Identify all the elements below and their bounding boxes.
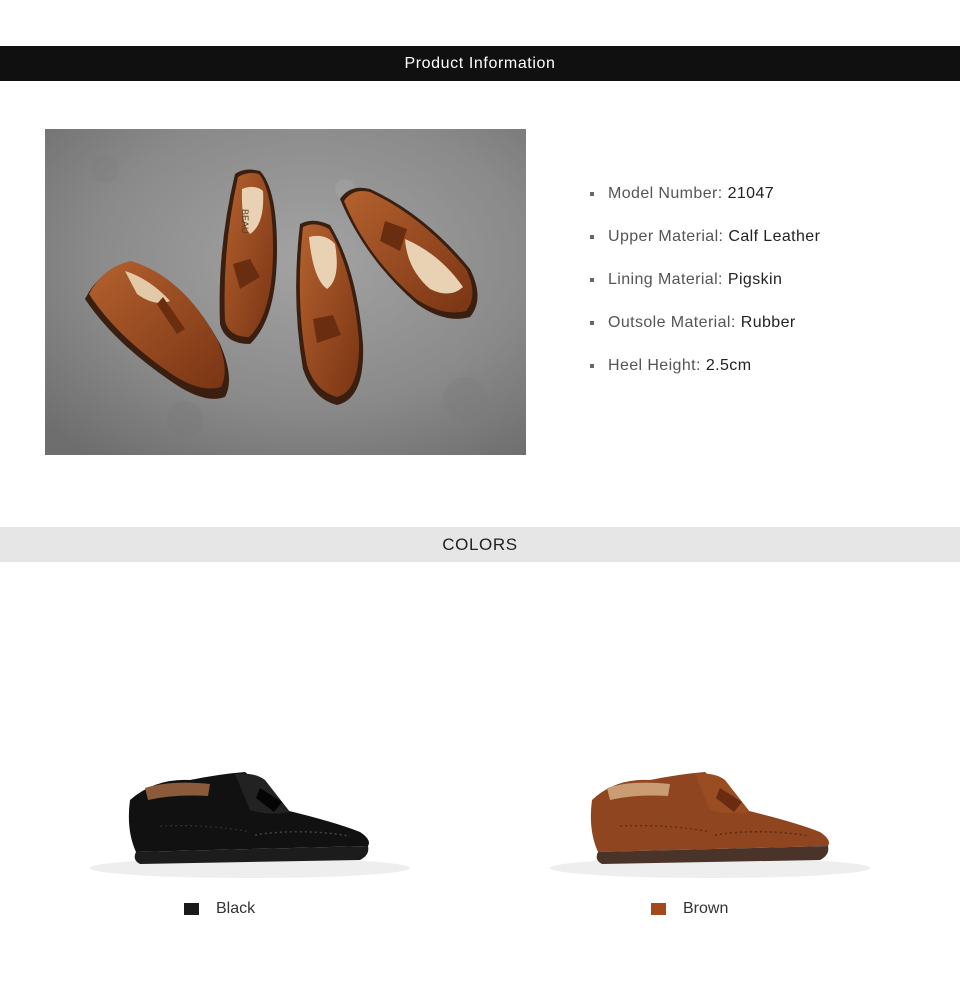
black-swatch-icon: [184, 903, 199, 915]
color-name: Brown: [683, 900, 729, 917]
color-name: Black: [216, 900, 256, 917]
bullet-icon: [590, 320, 594, 325]
colors-header: COLORS: [0, 527, 960, 562]
product-information-header: Product Information: [0, 46, 960, 81]
product-hero-image: BEAU: [45, 129, 526, 455]
spec-item-model-number: Model Number: 21047: [590, 172, 820, 215]
section-title: Product Information: [404, 54, 556, 72]
brown-swatch-icon: [651, 903, 666, 915]
bullet-icon: [590, 277, 594, 282]
brown-shoe-image[interactable]: [520, 740, 880, 890]
spec-item-upper-material: Upper Material: Calf Leather: [590, 215, 820, 258]
bullet-icon: [590, 234, 594, 239]
bullet-icon: [590, 191, 594, 196]
spec-item-lining-material: Lining Material: Pigskin: [590, 258, 820, 301]
spec-list: Model Number: 21047 Upper Material: Calf…: [590, 172, 820, 387]
black-shoe-image[interactable]: [60, 740, 420, 890]
color-option-black[interactable]: Black: [184, 900, 255, 918]
spec-item-outsole-material: Outsole Material: Rubber: [590, 301, 820, 344]
hero-brand-mark: BEAU: [240, 209, 250, 234]
section-title: COLORS: [442, 534, 518, 554]
spec-item-heel-height: Heel Height: 2.5cm: [590, 344, 820, 387]
bullet-icon: [590, 363, 594, 368]
color-option-brown[interactable]: Brown: [651, 900, 728, 918]
